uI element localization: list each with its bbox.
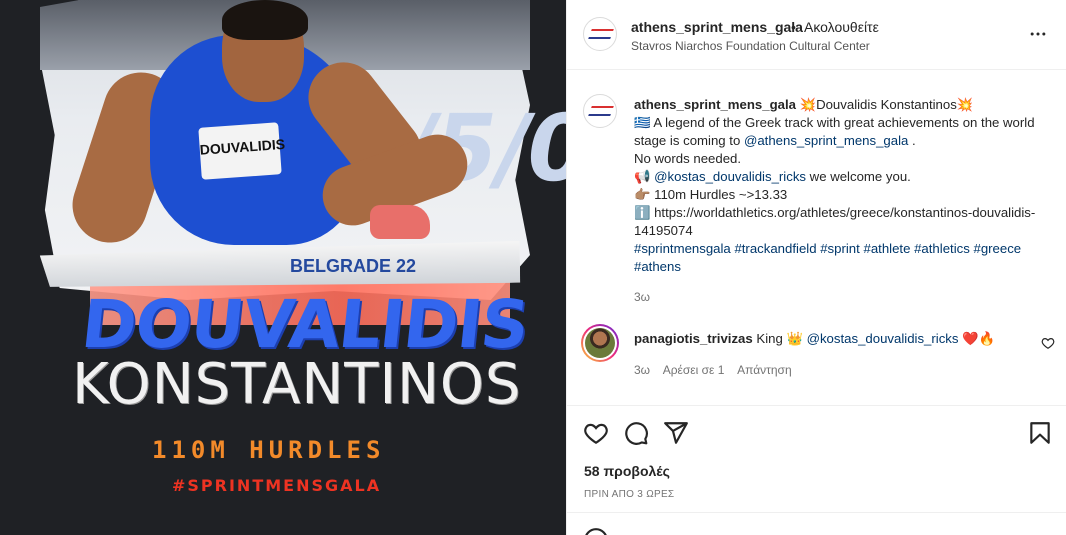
hurdle-text: BELGRADE 22 <box>290 256 417 276</box>
posted-time[interactable]: ΠΡΙΝ ΑΠΟ 3 ΩΡΕΣ <box>584 489 674 500</box>
caption-mention-athlete[interactable]: @kostas_douvalidis_ricks <box>654 169 806 184</box>
heart-icon[interactable] <box>1041 336 1055 350</box>
caption-line2: No words needed. <box>634 151 742 166</box>
caption-title: 💥Douvalidis Konstantinos💥 <box>799 97 974 112</box>
comment-icon[interactable] <box>623 420 649 446</box>
comment-item: panagiotis_trivizas King 👑 @kostas_douva… <box>567 310 1066 405</box>
commenter-avatar[interactable] <box>581 324 619 362</box>
hashtag-link[interactable]: #athletics <box>914 241 970 256</box>
more-horizontal-icon[interactable] <box>1028 24 1048 44</box>
caption-line3-suffix: we welcome you. <box>806 169 911 184</box>
image-hashtag: #SPRINTMENSGALA <box>172 476 382 495</box>
header-username[interactable]: athens_sprint_mens_gala <box>631 19 803 35</box>
caption-mention-gala[interactable]: @athens_sprint_mens_gala <box>744 133 908 148</box>
post-image[interactable]: 2/5/0 DOUVALIDIS BELGRADE 22 DOUVALIDIS … <box>0 0 566 535</box>
bookmark-icon[interactable] <box>1027 420 1053 446</box>
follow-status-button[interactable]: Ακολουθείτε <box>804 19 879 35</box>
location-link[interactable]: Stavros Niarchos Foundation Cultural Cen… <box>631 39 870 53</box>
race-bib: DOUVALIDIS <box>198 122 285 180</box>
hashtag-link[interactable]: #greece <box>973 241 1021 256</box>
event-name: 110M HURDLES <box>152 436 386 464</box>
caption-line5[interactable]: ℹ️ https://worldathletics.org/athletes/g… <box>634 205 1035 238</box>
view-count[interactable]: 58 προβολές <box>584 463 670 479</box>
share-icon[interactable] <box>663 420 689 446</box>
athlete-shoe <box>370 205 430 239</box>
comment-likes[interactable]: Αρέσει σε 1 <box>663 363 725 377</box>
hashtag-link[interactable]: #trackandfield <box>734 241 816 256</box>
comment-text: panagiotis_trivizas King 👑 @kostas_douva… <box>634 330 1024 348</box>
gala-logo-icon <box>588 106 614 116</box>
caption-text: athens_sprint_mens_gala 💥Douvalidis Kons… <box>634 96 1054 276</box>
hashtag-link[interactable]: #sprintmensgala <box>634 241 731 256</box>
hashtag-link[interactable]: #sprint <box>820 241 860 256</box>
heart-icon[interactable] <box>583 420 609 446</box>
caption: athens_sprint_mens_gala 💥Douvalidis Kons… <box>567 70 1066 310</box>
caption-timestamp[interactable]: 3ω <box>634 290 650 304</box>
comment-suffix: ❤️🔥 <box>958 331 995 346</box>
action-bar: 58 προβολές ΠΡΙΝ ΑΠΟ 3 ΩΡΕΣ <box>567 405 1066 535</box>
caption-line4: 👉🏽 110m Hurdles ~>13.33 <box>634 187 788 202</box>
athlete-firstname: KONSTANTINOS <box>72 352 522 417</box>
caption-username[interactable]: athens_sprint_mens_gala <box>634 97 796 112</box>
account-avatar[interactable] <box>583 17 617 51</box>
post-header: athens_sprint_mens_gala • Ακολουθείτε St… <box>567 0 1066 70</box>
emoji-icon[interactable] <box>583 527 609 535</box>
gala-logo-icon <box>588 29 614 39</box>
caption-line3-prefix: 📢 <box>634 169 655 184</box>
caption-avatar[interactable] <box>583 94 617 128</box>
divider <box>567 512 1066 513</box>
comment-timestamp[interactable]: 3ω <box>634 363 650 377</box>
comment-prefix: King 👑 <box>756 331 807 346</box>
hashtag-link[interactable]: #athens <box>634 259 681 274</box>
caption-line1-end: . <box>908 133 916 148</box>
post-panel: athens_sprint_mens_gala • Ακολουθείτε St… <box>566 0 1066 535</box>
hashtag-link[interactable]: #athlete <box>863 241 910 256</box>
reply-button[interactable]: Απάντηση <box>737 363 792 377</box>
athlete-hair <box>222 0 308 40</box>
comment-meta: 3ω Αρέσει σε 1 Απάντηση <box>634 363 802 377</box>
header-separator: • <box>791 19 796 35</box>
comment-mention[interactable]: @kostas_douvalidis_ricks <box>807 331 959 346</box>
commenter-username[interactable]: panagiotis_trivizas <box>634 331 753 346</box>
